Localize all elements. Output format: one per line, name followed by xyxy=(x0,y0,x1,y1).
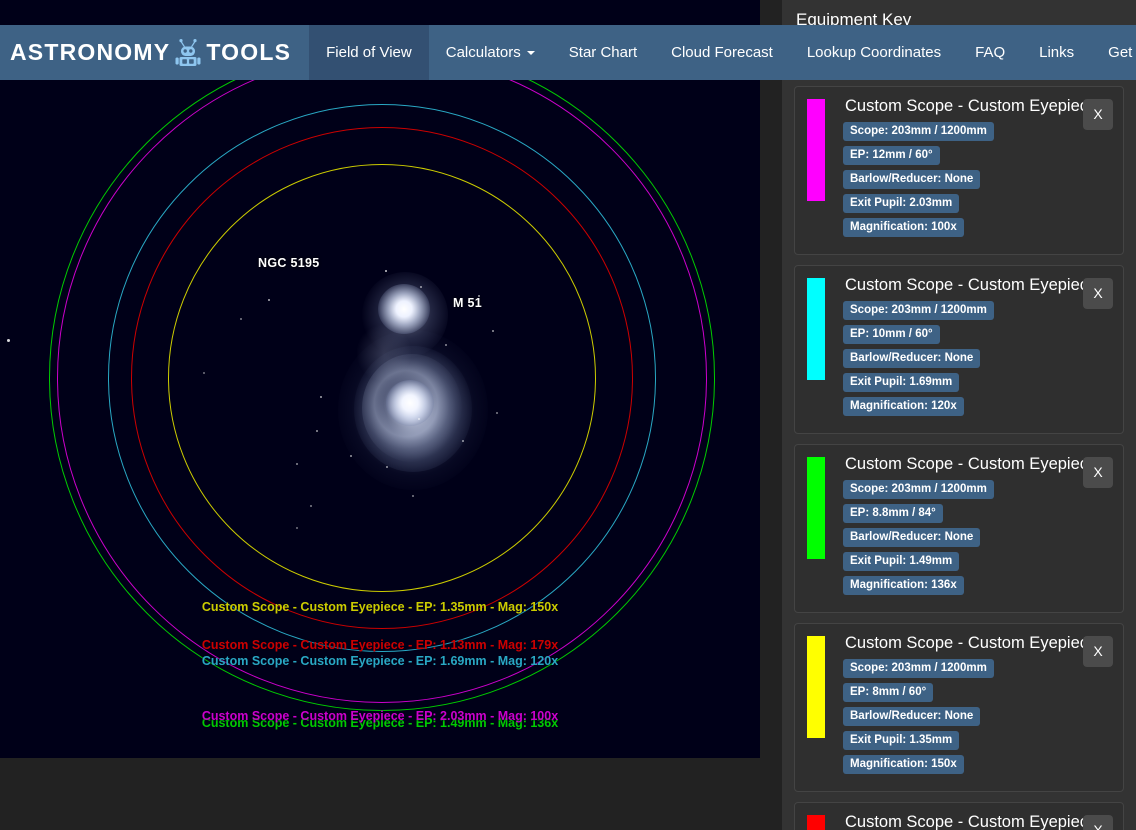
brand-word-tools: TOOLS xyxy=(206,39,292,65)
equipment-card-body: Custom Scope - Custom Eyepiece Scope: 203… xyxy=(843,634,1098,775)
equipment-card-list: Custom Scope - Custom Eyepiece Scope: 203… xyxy=(782,86,1136,830)
robot-icon xyxy=(174,38,202,68)
nav-item-label: Get In Touch xyxy=(1108,44,1136,61)
equipment-tag-row: Scope: 203mm / 1200mm EP: 8mm / 60° xyxy=(843,659,1071,703)
tag-exit-pupil: Exit Pupil: 1.69mm xyxy=(843,373,960,393)
nav-item-label: Field of View xyxy=(326,44,412,61)
equipment-tag-row: Barlow/Reducer: None Exit Pupil: 2.03mm xyxy=(843,170,1071,214)
tag-exit-pupil: Exit Pupil: 2.03mm xyxy=(843,194,960,214)
navbar-item-list: Field of View Calculators Star Chart Cloud … xyxy=(309,25,1136,80)
fov-ring xyxy=(108,104,656,652)
tag-scope: Scope: 203mm / 1200mm xyxy=(843,659,994,679)
nav-item-faq[interactable]: FAQ xyxy=(958,25,1022,80)
equipment-card: Custom Scope - Custom Eyepiece Scope: 203… xyxy=(794,265,1124,435)
equipment-tag-row: Scope: 203mm / 1200mm EP: 10mm / 60° xyxy=(843,301,1071,345)
nav-item-star-chart[interactable]: Star Chart xyxy=(552,25,654,80)
fov-ring-label: Custom Scope - Custom Eyepiece - EP: 1.3… xyxy=(201,600,559,614)
main-navbar: ASTRONOMY TOOLS Field of View Calculator… xyxy=(0,25,1136,80)
nav-item-label: Calculators xyxy=(445,44,521,61)
equipment-card-body: Custom Scope - Custom Eyepiece Scope: 203… xyxy=(843,455,1098,596)
remove-equipment-button[interactable]: X xyxy=(1083,636,1113,668)
fov-ring xyxy=(168,164,596,592)
equipment-card-title: Custom Scope - Custom Eyepiece xyxy=(845,634,1098,653)
tag-magnification: Magnification: 136x xyxy=(843,576,964,596)
fov-ring-label: Custom Scope - Custom Eyepiece - EP: 2.0… xyxy=(201,709,559,723)
equipment-color-swatch xyxy=(807,457,825,560)
brand-word-astronomy: ASTRONOMY xyxy=(10,39,171,65)
equipment-color-swatch xyxy=(807,278,825,381)
field-of-view-canvas[interactable]: Custom Scope - Custom Eyepiece - EP: 1.4… xyxy=(0,0,760,758)
equipment-card: Custom Scope - Custom Eyepiece Scope: 203… xyxy=(794,623,1124,793)
equipment-tag-row: Magnification: 100x xyxy=(843,218,1071,238)
equipment-card-title: Custom Scope - Custom Eyepiece xyxy=(845,813,1098,830)
tag-eyepiece: EP: 8mm / 60° xyxy=(843,683,934,703)
tag-barlow-reducer: Barlow/Reducer: None xyxy=(843,170,981,190)
equipment-color-swatch xyxy=(807,815,825,830)
equipment-card-title: Custom Scope - Custom Eyepiece xyxy=(845,276,1098,295)
equipment-tag-row: Magnification: 136x xyxy=(843,576,1071,596)
tag-eyepiece: EP: 12mm / 60° xyxy=(843,146,940,166)
fov-ring-label: Custom Scope - Custom Eyepiece - EP: 1.6… xyxy=(201,654,559,668)
equipment-card-title: Custom Scope - Custom Eyepiece xyxy=(845,455,1098,474)
tag-magnification: Magnification: 120x xyxy=(843,397,964,417)
equipment-color-swatch xyxy=(807,99,825,202)
remove-equipment-button[interactable]: X xyxy=(1083,815,1113,830)
tag-exit-pupil: Exit Pupil: 1.35mm xyxy=(843,731,960,751)
equipment-card-title: Custom Scope - Custom Eyepiece xyxy=(845,97,1098,116)
equipment-card-body: Custom Scope - Custom Eyepiece Scope: 203… xyxy=(843,276,1098,417)
tag-barlow-reducer: Barlow/Reducer: None xyxy=(843,707,981,727)
sky-background: Custom Scope - Custom Eyepiece - EP: 1.4… xyxy=(0,0,760,758)
equipment-key-panel[interactable]: Equipment Key appear below. Custom Scope… xyxy=(782,0,1136,830)
tag-scope: Scope: 203mm / 1200mm xyxy=(843,122,994,142)
fov-ring-label: Custom Scope - Custom Eyepiece - EP: 1.1… xyxy=(201,638,559,652)
tag-eyepiece: EP: 8.8mm / 84° xyxy=(843,504,943,524)
tag-scope: Scope: 203mm / 1200mm xyxy=(843,301,994,321)
equipment-card-body: Custom Scope - Custom EyepieceScope: 203… xyxy=(843,813,1098,830)
fov-ring xyxy=(131,127,633,629)
nav-item-label: Links xyxy=(1039,44,1075,61)
site-brand-logo[interactable]: ASTRONOMY TOOLS xyxy=(0,25,309,80)
remove-equipment-button[interactable]: X xyxy=(1083,99,1113,131)
nav-item-calculators[interactable]: Calculators xyxy=(429,25,552,80)
tag-exit-pupil: Exit Pupil: 1.49mm xyxy=(843,552,960,572)
equipment-color-swatch xyxy=(807,636,825,739)
nav-item-label: Cloud Forecast xyxy=(671,44,773,61)
tag-eyepiece: EP: 10mm / 60° xyxy=(843,325,940,345)
nav-item-cloud-forecast[interactable]: Cloud Forecast xyxy=(654,25,790,80)
tag-scope: Scope: 203mm / 1200mm xyxy=(843,480,994,500)
nav-item-field-of-view[interactable]: Field of View xyxy=(309,25,429,80)
object-label: NGC 5195 xyxy=(258,256,320,270)
nav-item-label: Star Chart xyxy=(568,44,638,61)
equipment-tag-row: Scope: 203mm / 1200mm EP: 8.8mm / 84° xyxy=(843,480,1071,524)
nav-item-get-in-touch[interactable]: Get In Touch xyxy=(1091,25,1136,80)
remove-equipment-button[interactable]: X xyxy=(1083,457,1113,489)
equipment-tag-row: Barlow/Reducer: None Exit Pupil: 1.49mm xyxy=(843,528,1071,572)
equipment-tag-row: Magnification: 120x xyxy=(843,397,1071,417)
equipment-card: Custom Scope - Custom Eyepiece Scope: 203… xyxy=(794,444,1124,614)
equipment-tag-row: Scope: 203mm / 1200mm EP: 12mm / 60° xyxy=(843,122,1071,166)
nav-item-links[interactable]: Links xyxy=(1022,25,1091,80)
remove-equipment-button[interactable]: X xyxy=(1083,278,1113,310)
nav-item-label: Lookup Coordinates xyxy=(806,44,942,61)
tag-magnification: Magnification: 150x xyxy=(843,755,964,775)
equipment-card: Custom Scope - Custom EyepieceScope: 203… xyxy=(794,802,1124,830)
nav-item-label: FAQ xyxy=(975,44,1006,61)
tag-magnification: Magnification: 100x xyxy=(843,218,964,238)
equipment-tag-row: Magnification: 150x xyxy=(843,755,1071,775)
object-label: M 51 xyxy=(453,296,482,310)
tag-barlow-reducer: Barlow/Reducer: None xyxy=(843,349,981,369)
equipment-tag-row: Barlow/Reducer: None Exit Pupil: 1.35mm xyxy=(843,707,1071,751)
equipment-card-body: Custom Scope - Custom Eyepiece Scope: 203… xyxy=(843,97,1098,238)
chevron-down-icon xyxy=(526,50,535,55)
nav-item-lookup-coordinates[interactable]: Lookup Coordinates xyxy=(790,25,958,80)
page-root: Custom Scope - Custom Eyepiece - EP: 1.4… xyxy=(0,0,1136,830)
equipment-card: Custom Scope - Custom Eyepiece Scope: 203… xyxy=(794,86,1124,256)
tag-barlow-reducer: Barlow/Reducer: None xyxy=(843,528,981,548)
equipment-tag-row: Barlow/Reducer: None Exit Pupil: 1.69mm xyxy=(843,349,1071,393)
